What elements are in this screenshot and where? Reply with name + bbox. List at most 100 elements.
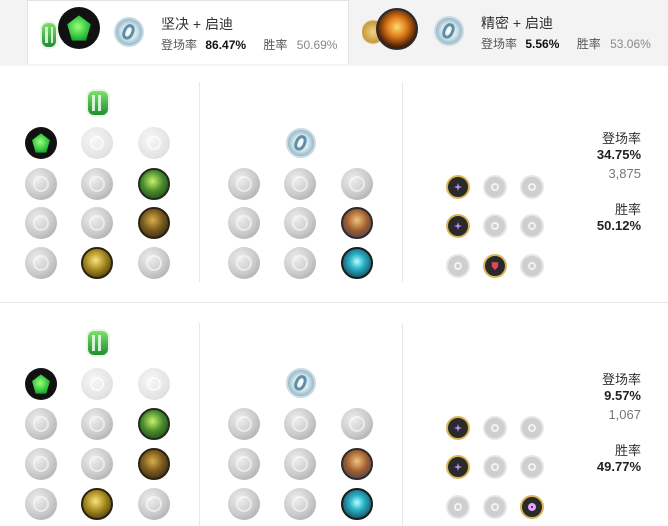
armor-shard-icon[interactable] <box>483 455 507 479</box>
pick-rate-label: 登场率 <box>481 37 518 51</box>
resolve-tree-icon <box>88 331 108 355</box>
cosmic-insight-icon[interactable] <box>341 247 373 279</box>
win-rate-label: 胜率 <box>614 443 641 458</box>
minion-dematerializer-icon[interactable] <box>284 488 316 520</box>
adaptive-force-shard-icon[interactable] <box>446 455 470 479</box>
win-rate-value: 49.77% <box>596 459 641 474</box>
divider <box>199 82 200 282</box>
health-shard-icon[interactable] <box>446 495 470 519</box>
pick-rate-value: 5.56% <box>525 37 560 51</box>
ability-haste-shard-icon[interactable] <box>520 416 544 440</box>
divider <box>199 323 200 526</box>
minion-dematerializer-icon[interactable] <box>284 247 316 279</box>
guardian-icon[interactable] <box>138 368 170 400</box>
second-wind-icon[interactable] <box>81 207 113 239</box>
inspiration-tree-icon <box>434 16 464 46</box>
armor-shard-icon[interactable] <box>483 254 507 278</box>
guardian-icon[interactable] <box>138 127 170 159</box>
magic-resist-shard-icon[interactable] <box>520 495 544 519</box>
inspiration-tree-icon <box>286 368 316 398</box>
tab-title: 精密 + 启迪 <box>481 15 553 31</box>
triple-tonic-icon[interactable] <box>228 448 260 480</box>
hextech-flashtraption-icon[interactable] <box>228 408 260 440</box>
revitalize-icon[interactable] <box>81 247 113 279</box>
adaptive-force-shard-icon[interactable] <box>446 175 470 199</box>
win-rate-label: 胜率 <box>614 202 641 217</box>
shield-bash-icon[interactable] <box>138 168 170 200</box>
inspiration-tree-icon <box>114 17 144 47</box>
tab-stats: 登场率 5.56% 胜率 53.06% <box>481 35 651 52</box>
time-warp-tonic-icon[interactable] <box>284 207 316 239</box>
tab-precision-inspiration[interactable]: 精密 + 启迪 登场率 5.56% 胜率 53.06% <box>350 0 668 62</box>
future-market-icon[interactable] <box>228 488 260 520</box>
overgrowth-icon[interactable] <box>25 488 57 520</box>
pick-rate-value: 9.57% <box>604 388 641 403</box>
cash-back-icon[interactable] <box>341 408 373 440</box>
rune-path-tabs: 坚决 + 启迪 登场率 86.47% 胜率 50.69% 精密 + 启迪 登场率… <box>0 0 668 66</box>
inspiration-tree-icon <box>286 128 316 158</box>
revitalize-icon[interactable] <box>81 488 113 520</box>
future-market-icon[interactable] <box>228 247 260 279</box>
pick-rate-label: 登场率 <box>161 38 198 52</box>
magic-resist-shard-icon[interactable] <box>520 455 544 479</box>
armor-shard-icon[interactable] <box>483 214 507 238</box>
demolish-icon[interactable] <box>25 168 57 200</box>
overgrowth-icon[interactable] <box>25 247 57 279</box>
win-rate-label: 胜率 <box>576 37 601 51</box>
magic-resist-shard-icon[interactable] <box>520 254 544 278</box>
conditioning-icon[interactable] <box>25 207 57 239</box>
grasp-of-the-undying-icon[interactable] <box>25 368 57 400</box>
resolve-tree-icon <box>88 91 108 115</box>
grasp-of-the-undying-icon[interactable] <box>25 127 57 159</box>
font-of-life-icon[interactable] <box>81 408 113 440</box>
hextech-flashtraption-icon[interactable] <box>228 168 260 200</box>
attack-speed-shard-icon[interactable] <box>483 416 507 440</box>
adaptive-force-shard-icon[interactable] <box>446 214 470 238</box>
pick-rate-value: 34.75% <box>596 147 641 162</box>
grasp-of-the-undying-icon <box>58 7 100 49</box>
divider <box>402 82 403 282</box>
bone-plating-icon[interactable] <box>138 448 170 480</box>
font-of-life-icon[interactable] <box>81 168 113 200</box>
cash-back-icon[interactable] <box>341 168 373 200</box>
demolish-icon[interactable] <box>25 408 57 440</box>
aftershock-icon[interactable] <box>81 127 113 159</box>
cosmic-insight-icon[interactable] <box>341 488 373 520</box>
games-count: 1,067 <box>608 407 641 422</box>
bone-plating-icon[interactable] <box>138 207 170 239</box>
tab-stats: 登场率 86.47% 胜率 50.69% <box>161 36 337 53</box>
pick-rate-value: 86.47% <box>205 38 247 52</box>
build-stats: 登场率 34.75% 3,875 胜率 50.12% <box>597 128 641 233</box>
games-count: 3,875 <box>608 166 641 181</box>
divider <box>402 323 403 526</box>
pick-rate-label: 登场率 <box>601 131 641 146</box>
pick-rate-label: 登场率 <box>601 372 641 387</box>
biscuit-delivery-icon[interactable] <box>341 207 373 239</box>
ability-haste-shard-icon[interactable] <box>520 175 544 199</box>
win-rate-label: 胜率 <box>263 38 288 52</box>
armor-shard-icon[interactable] <box>483 495 507 519</box>
time-warp-tonic-icon[interactable] <box>284 448 316 480</box>
aftershock-icon[interactable] <box>81 368 113 400</box>
conqueror-icon <box>376 8 418 50</box>
shield-bash-icon[interactable] <box>138 408 170 440</box>
health-shard-icon[interactable] <box>446 254 470 278</box>
tab-title: 坚决 + 启迪 <box>161 16 233 32</box>
conditioning-icon[interactable] <box>25 448 57 480</box>
win-rate-value: 50.12% <box>596 218 641 233</box>
build-stats: 登场率 9.57% 1,067 胜率 49.77% <box>597 369 641 474</box>
unflinching-icon[interactable] <box>138 488 170 520</box>
attack-speed-shard-icon[interactable] <box>483 175 507 199</box>
win-rate-value: 50.69% <box>296 38 338 52</box>
magical-footwear-icon[interactable] <box>284 168 316 200</box>
adaptive-force-shard-icon[interactable] <box>446 416 470 440</box>
triple-tonic-icon[interactable] <box>228 207 260 239</box>
second-wind-icon[interactable] <box>81 448 113 480</box>
magical-footwear-icon[interactable] <box>284 408 316 440</box>
biscuit-delivery-icon[interactable] <box>341 448 373 480</box>
unflinching-icon[interactable] <box>138 247 170 279</box>
win-rate-value: 53.06% <box>610 37 651 51</box>
build-divider <box>0 302 668 303</box>
magic-resist-shard-icon[interactable] <box>520 214 544 238</box>
tab-resolve-inspiration[interactable]: 坚决 + 启迪 登场率 86.47% 胜率 50.69% <box>27 0 349 64</box>
